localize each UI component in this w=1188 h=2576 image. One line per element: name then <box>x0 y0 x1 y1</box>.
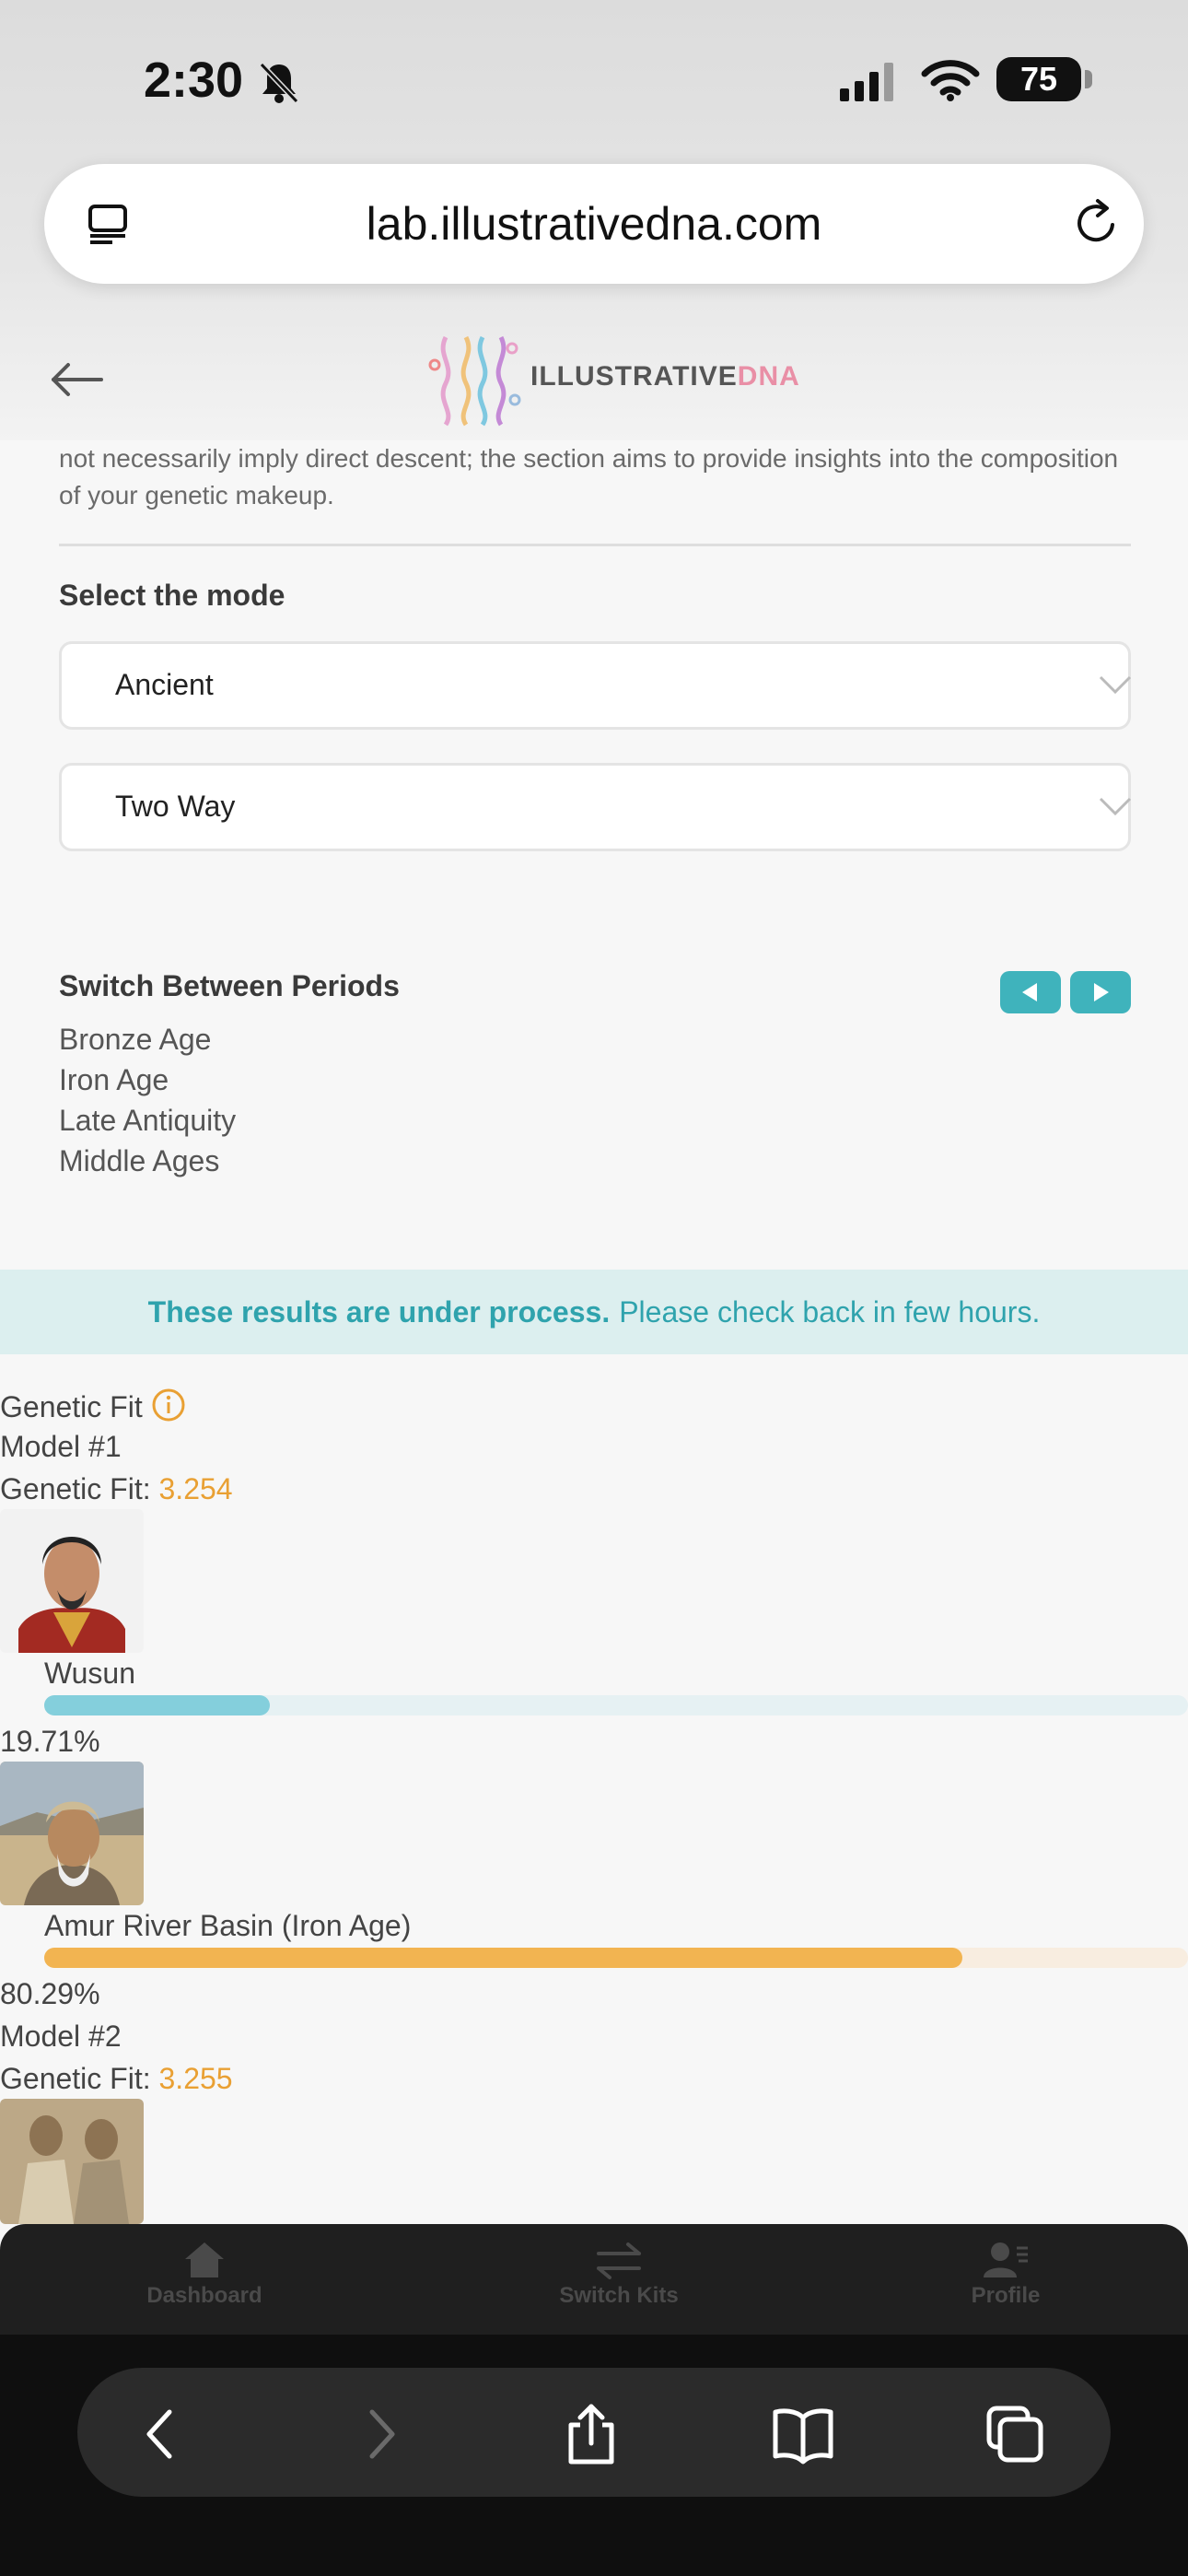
model-type-select[interactable]: Two Way <box>59 763 1132 851</box>
mode-title: Select the mode <box>59 579 285 612</box>
nav-switch-kits-label: Switch Kits <box>559 2283 679 2308</box>
population-avatar <box>0 1509 144 1653</box>
prev-period-button[interactable] <box>1000 971 1061 1013</box>
url-text[interactable]: lab.illustrativedna.com <box>44 197 1144 251</box>
logo-wordmark: ILLUSTRATIVEDNA <box>530 361 800 392</box>
genetic-fit-label: Genetic Fit: <box>0 2062 151 2095</box>
status-time: 2:30 <box>144 53 244 108</box>
model-type-value: Two Way <box>115 790 236 823</box>
population-avatar <box>0 2099 144 2224</box>
battery-indicator: 75 <box>996 57 1081 101</box>
banner-bold-text: These results are under process. <box>147 1294 611 1329</box>
browser-forward-icon[interactable] <box>346 2401 413 2467</box>
wifi-icon <box>921 60 980 101</box>
genetic-fit-value: 3.255 <box>158 2062 233 2095</box>
population-bar-fill <box>44 1695 270 1715</box>
population-percent: 19.71% <box>0 1725 100 1758</box>
home-icon <box>185 2242 224 2277</box>
address-bar[interactable]: lab.illustrativedna.com <box>44 164 1144 284</box>
next-period-button[interactable] <box>1070 971 1131 1013</box>
logo-text-accent: DNA <box>737 361 800 392</box>
chevron-down-icon <box>1099 675 1132 695</box>
banner-text: Please check back in few hours. <box>619 1294 1041 1329</box>
population-percent: 80.29% <box>0 1977 100 2010</box>
battery-tip <box>1085 70 1092 88</box>
profile-icon <box>984 2242 1028 2277</box>
population-bar <box>44 1948 1188 1968</box>
genetic-fit-heading: Genetic Fit <box>0 1388 186 1424</box>
population-bar-fill <box>44 1948 963 1968</box>
info-icon[interactable] <box>151 1388 186 1423</box>
period-item[interactable]: Middle Ages <box>59 1144 219 1178</box>
period-mode-select[interactable]: Ancient <box>59 641 1132 730</box>
browser-back-icon[interactable] <box>129 2401 195 2467</box>
tabs-icon[interactable] <box>982 2401 1048 2467</box>
genetic-fit-heading-text: Genetic Fit <box>0 1390 143 1423</box>
nav-switch-kits[interactable]: Switch Kits <box>518 2241 720 2309</box>
cellular-signal-icon <box>840 63 893 101</box>
period-item[interactable]: Bronze Age <box>59 1023 211 1057</box>
population-name: Wusun <box>44 1657 136 1690</box>
population-avatar <box>0 1762 144 1905</box>
nav-profile[interactable]: Profile <box>904 2241 1107 2309</box>
nav-dashboard-label: Dashboard <box>146 2283 262 2308</box>
processing-banner: These results are under process. Please … <box>0 1270 1188 1354</box>
period-item[interactable]: Late Antiquity <box>59 1104 236 1138</box>
caret-left-icon <box>1022 983 1037 1001</box>
genetic-fit-value: 3.254 <box>158 1472 233 1505</box>
bookmarks-icon[interactable] <box>770 2401 836 2467</box>
period-mode-value: Ancient <box>115 668 214 701</box>
nav-dashboard[interactable]: Dashboard <box>103 2241 306 2309</box>
back-arrow-icon[interactable] <box>48 354 107 405</box>
swap-arrows-icon <box>597 2242 641 2279</box>
model-label: Model #1 <box>0 1430 122 1463</box>
model-label: Model #2 <box>0 2020 122 2053</box>
divider <box>59 544 1131 546</box>
periods-title: Switch Between Periods <box>59 969 400 1002</box>
population-bar <box>44 1695 1188 1715</box>
bell-muted-icon <box>259 62 299 104</box>
logo-text-main: ILLUSTRATIVE <box>530 361 738 392</box>
genetic-fit-label: Genetic Fit: <box>0 1472 151 1505</box>
nav-profile-label: Profile <box>971 2283 1041 2308</box>
chevron-down-icon <box>1099 797 1132 816</box>
model-genetic-fit: Genetic Fit: 3.254 <box>0 1472 233 1506</box>
population-name: Amur River Basin (Iron Age) <box>44 1909 412 1942</box>
intro-text: not necessarily imply direct descent; th… <box>59 444 1119 509</box>
caret-right-icon <box>1094 983 1109 1001</box>
reload-icon[interactable] <box>1070 197 1122 249</box>
period-item[interactable]: Iron Age <box>59 1063 169 1097</box>
model-genetic-fit: Genetic Fit: 3.255 <box>0 2062 233 2096</box>
share-icon[interactable] <box>558 2401 624 2467</box>
